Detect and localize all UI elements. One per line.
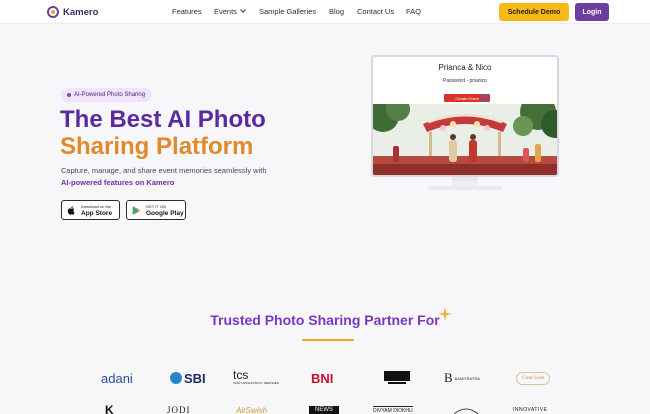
app-store-small: Download on the [81,204,112,209]
nav-events-label: Events [214,7,237,16]
preview-password: Password - prianico [443,78,487,84]
partner-logo-tcn [384,370,410,386]
partner-sbi-text: SBI [184,370,206,386]
chevron-down-icon [240,7,246,13]
hero-title-line1: The Best AI Photo [60,106,266,133]
hero-title-line2: Sharing Platform [60,133,254,160]
partner-logo-sbi: SBI [170,370,206,386]
partner-logo-tcs: tcs TATA CONSULTANCY SERVICES [233,368,279,386]
apple-icon [67,205,75,215]
hero-subtitle-text: Capture, manage, and share event memorie… [61,166,267,175]
partner-logo-clearlove: Clear Love [516,370,551,386]
partner-logo-divyam: DIVYAM DIOKHU [373,405,413,414]
monitor-base [428,186,502,190]
hero-subtitle-highlight: AI-powered features on Kamero [61,178,175,187]
partner-bamitbatra-text: BAMITBATRA [454,375,480,381]
partner-clearlove-text: Clear Love [516,371,551,385]
partner-logo-arc [453,405,479,414]
arc-logo-icon [453,408,479,414]
partner-logo-k: K [105,403,114,414]
k-logo-icon: K [105,403,114,414]
partner-tcs-sub: TATA CONSULTANCY SERVICES [233,381,279,385]
partner-adani-text: adani [101,370,133,386]
partner-logo-innovative: INNOVATIVE [513,405,548,414]
tcn-logo-icon [384,371,410,384]
google-play-icon [132,205,141,215]
cursor-icon [480,94,488,102]
app-store-label: App Store [81,210,113,217]
brand-logo[interactable]: Kamero [47,6,98,18]
heading-underline [302,339,354,341]
bb-icon: B [444,370,453,385]
partners-heading: Trusted Photo Sharing Partner For [210,312,440,328]
partner-logo-bni: BNI [311,370,333,386]
event-preview-monitor: Prianca & Nico Password - prianico Creat… [371,55,559,177]
partner-innovative-text: INNOVATIVE [513,407,548,413]
google-play-small: GET IT ON [146,204,166,209]
nav-sample-galleries[interactable]: Sample Galleries [259,7,316,16]
hero-badge: AI-Powered Photo Sharing [61,88,153,102]
google-play-label: Google Play [146,210,184,217]
nav-blog[interactable]: Blog [329,7,344,16]
partner-logo-news: NEWS [309,405,339,414]
google-play-button[interactable]: GET IT ON Google Play [126,200,186,220]
partner-logo-airswish: AirSwish [236,405,267,414]
sparkle-icon [438,307,452,321]
partner-divyam-text: DIVYAM DIOKHU [373,406,413,414]
nav-features[interactable]: Features [172,7,202,16]
app-store-button[interactable]: Download on the App Store [61,200,120,220]
partner-airswish-text: AirSwish [236,405,268,414]
nav-events[interactable]: Events [214,7,246,16]
preview-event-title: Prianca & Nico [438,63,492,72]
hero-subtitle: Capture, manage, and share event memorie… [61,165,267,189]
partner-logo-adani: adani [101,370,133,386]
schedule-demo-button[interactable]: Schedule Demo [499,3,569,21]
hero-title: The Best AI Photo Sharing Platform [60,106,266,160]
brand-name: Kamero [63,6,99,18]
partner-logo-bamitbatra: B BAMITBATRA [444,370,480,386]
partner-jodi-text: JODI [167,405,191,414]
partner-news-text: NEWS [309,406,339,414]
partner-tcs-text: tcs [233,368,249,382]
logo-icon [47,6,59,18]
top-navbar: Kamero Features Events Sample Galleries … [0,0,650,24]
nav-contact[interactable]: Contact Us [357,7,394,16]
nav-faq[interactable]: FAQ [406,7,421,16]
partner-bni-text: BNI [311,370,334,386]
login-button[interactable]: Login [575,3,609,21]
sbi-icon [170,372,182,384]
wedding-photo [373,104,557,175]
partner-logo-jodi: JODI [167,405,191,414]
